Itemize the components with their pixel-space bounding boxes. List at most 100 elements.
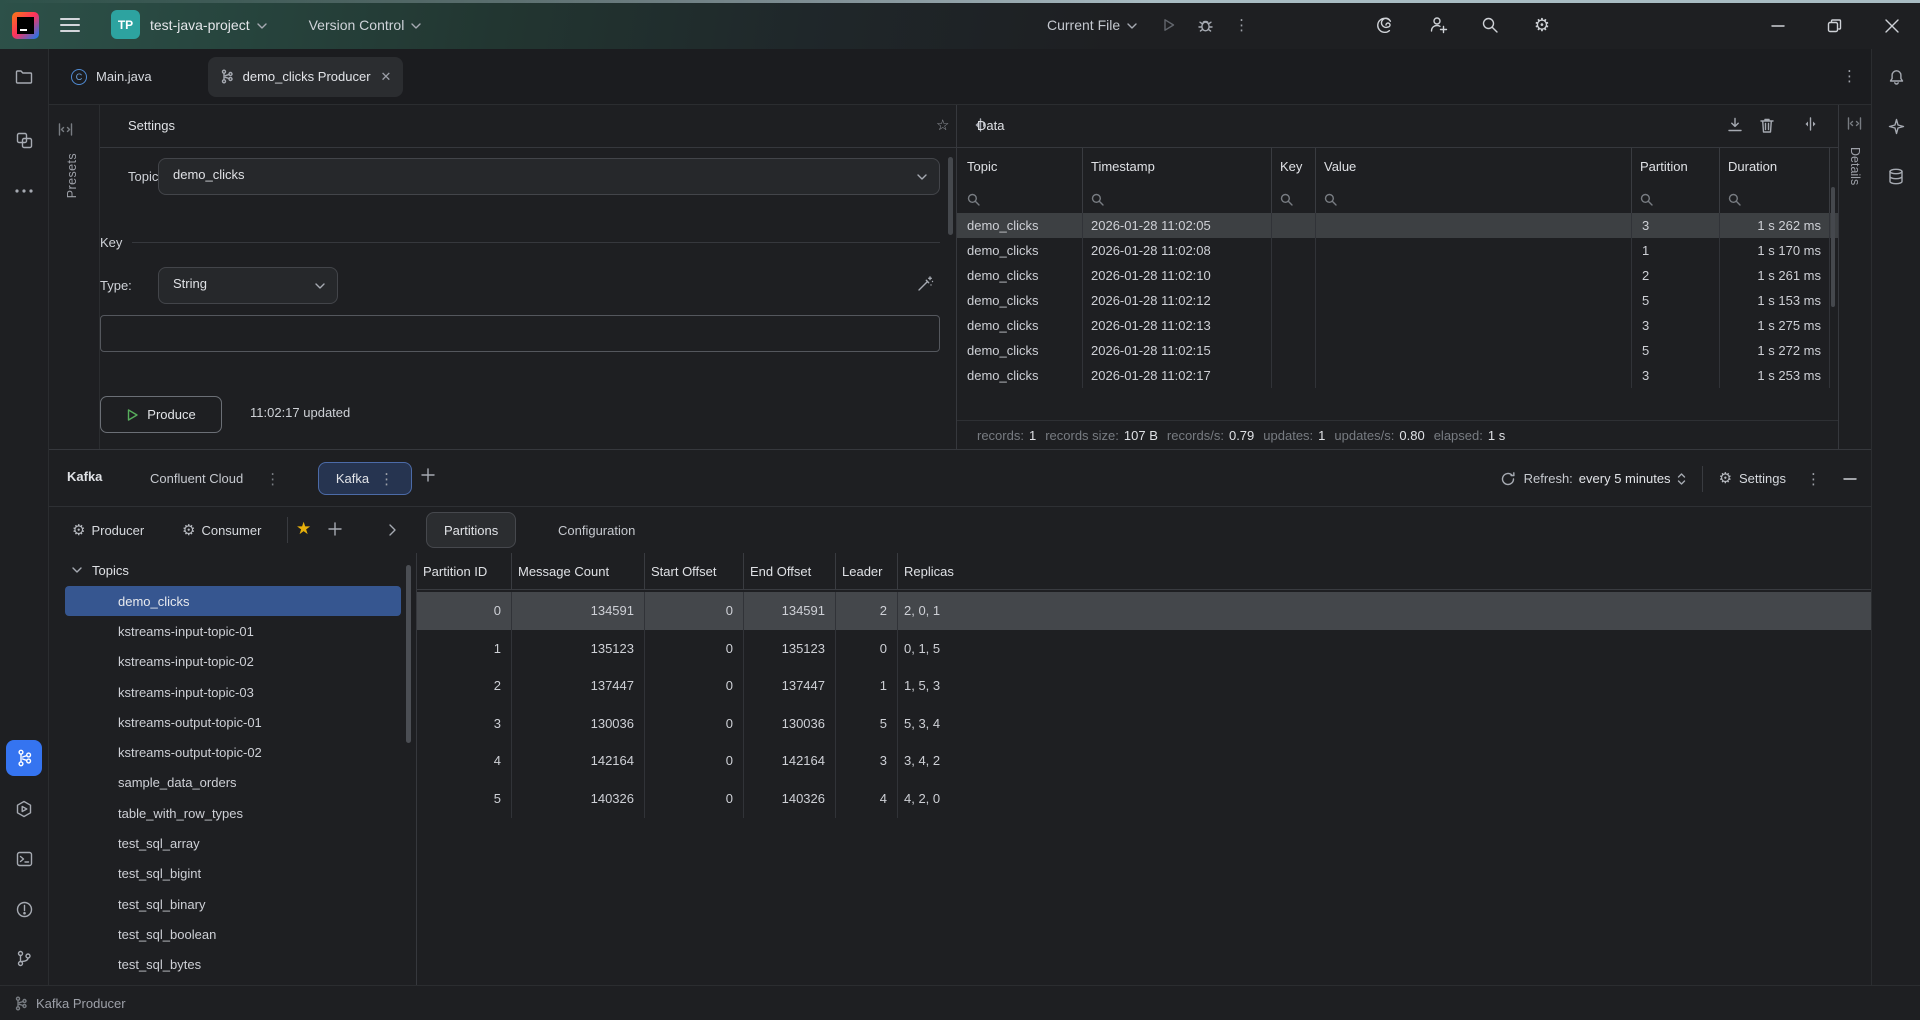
ai-assistant-button[interactable] — [1368, 7, 1404, 43]
notifications-button[interactable] — [1878, 59, 1914, 95]
search-everywhere-button[interactable] — [1472, 7, 1508, 43]
filter-partition[interactable] — [1632, 185, 1720, 213]
topic-item[interactable]: test_sql_boolean — [49, 919, 417, 949]
add-topic-icon[interactable] — [328, 522, 342, 536]
data-table-row[interactable]: demo_clicks2026-01-28 11:02:1731 s 253 m… — [957, 363, 1838, 388]
filter-timestamp[interactable] — [1083, 185, 1272, 213]
topic-item[interactable]: test_sql_bigint — [49, 859, 417, 889]
hide-tool-window-button[interactable] — [1843, 478, 1857, 480]
data-table-row[interactable]: demo_clicks2026-01-28 11:02:1331 s 275 m… — [957, 313, 1838, 338]
main-menu-button[interactable] — [60, 18, 80, 32]
col-header-key[interactable]: Key — [1272, 148, 1316, 185]
settings-button[interactable]: ⚙ — [1524, 7, 1560, 43]
topic-dropdown[interactable]: demo_clicks — [158, 158, 940, 195]
tab-configuration[interactable]: Configuration — [541, 512, 652, 548]
data-table-row[interactable]: demo_clicks2026-01-28 11:02:1551 s 272 m… — [957, 338, 1838, 363]
partition-row[interactable]: 4142164014216433, 4, 2 — [417, 742, 1871, 780]
col-header-replicas[interactable]: Replicas — [898, 553, 1871, 590]
partition-row[interactable]: 5140326014032644, 2, 0 — [417, 780, 1871, 818]
col-header-timestamp[interactable]: Timestamp — [1083, 148, 1272, 185]
new-producer-button[interactable]: ⚙ Producer — [72, 507, 144, 553]
generate-value-wand-icon[interactable] — [917, 275, 934, 292]
favorite-star-icon[interactable]: ☆ — [936, 116, 949, 134]
topic-item[interactable]: kstreams-input-topic-03 — [49, 677, 417, 707]
topic-item[interactable]: demo_clicks — [65, 586, 401, 616]
data-table-row[interactable]: demo_clicks2026-01-28 11:02:0811 s 170 m… — [957, 238, 1838, 263]
export-download-icon[interactable] — [1727, 117, 1743, 133]
col-header-start-offset[interactable]: Start Offset — [645, 553, 744, 590]
git-tool-button[interactable] — [6, 940, 42, 976]
run-configuration-selector[interactable]: Current File — [1047, 17, 1120, 33]
debug-button[interactable] — [1197, 17, 1214, 33]
topic-item[interactable]: test_sql_bytes — [49, 950, 417, 980]
topic-item[interactable]: kstreams-input-topic-01 — [49, 616, 417, 646]
data-scrollbar[interactable] — [1831, 187, 1835, 307]
favorites-filter-star-icon[interactable]: ★ — [296, 519, 311, 539]
data-table-row[interactable]: demo_clicks2026-01-28 11:02:1021 s 261 m… — [957, 263, 1838, 288]
tab-main-java[interactable]: C Main.java — [57, 57, 166, 97]
connection-tab-kafka[interactable]: Kafka ⋮ — [318, 462, 412, 495]
ai-chat-tool-button[interactable] — [1878, 108, 1914, 144]
run-button[interactable] — [1161, 17, 1177, 33]
project-tool-button[interactable] — [6, 59, 42, 95]
topics-tree-root[interactable]: Topics — [49, 556, 417, 584]
trash-icon[interactable] — [1759, 117, 1775, 134]
filter-duration[interactable] — [1720, 185, 1830, 213]
code-with-me-button[interactable] — [1420, 7, 1456, 43]
topic-item[interactable]: test_sql_binary — [49, 889, 417, 919]
col-header-leader[interactable]: Leader — [836, 553, 898, 590]
chevron-right-icon[interactable] — [389, 524, 396, 536]
more-tools-button[interactable] — [6, 173, 42, 209]
filter-topic[interactable] — [957, 185, 1083, 213]
new-consumer-button[interactable]: ⚙ Consumer — [182, 507, 261, 553]
connection-tab-confluent-cloud[interactable]: Confluent Cloud ⋮ — [150, 462, 280, 495]
close-tab-icon[interactable]: ✕ — [381, 69, 392, 85]
partition-row[interactable]: 0134591013459122, 0, 1 — [417, 592, 1871, 630]
topic-item[interactable]: kstreams-output-topic-01 — [49, 707, 417, 737]
topic-item[interactable]: sample_data_orders — [49, 768, 417, 798]
terminal-tool-button[interactable] — [6, 841, 42, 877]
database-tool-button[interactable] — [1878, 158, 1914, 194]
tab-partitions[interactable]: Partitions — [426, 512, 516, 548]
refresh-interval-selector[interactable]: every 5 minutes — [1579, 471, 1671, 486]
services-tool-button[interactable] — [6, 791, 42, 827]
partition-row[interactable]: 2137447013744711, 5, 3 — [417, 667, 1871, 705]
kafka-settings-button[interactable]: Settings — [1739, 471, 1786, 486]
topic-item[interactable]: table_with_row_types — [49, 798, 417, 828]
data-table-row[interactable]: demo_clicks2026-01-28 11:02:1251 s 153 m… — [957, 288, 1838, 313]
key-type-dropdown[interactable]: String — [158, 267, 338, 304]
partition-row[interactable]: 3130036013003655, 3, 4 — [417, 705, 1871, 743]
tab-demo-clicks-producer[interactable]: demo_clicks Producer ✕ — [208, 57, 404, 97]
topic-item[interactable]: test_sql_array — [49, 828, 417, 858]
restore-button[interactable] — [1806, 3, 1863, 49]
more-actions-button[interactable]: ⋮ — [1234, 16, 1249, 34]
col-header-end-offset[interactable]: End Offset — [744, 553, 836, 590]
add-connection-icon[interactable] — [421, 468, 435, 482]
col-header-message-count[interactable]: Message Count — [512, 553, 645, 590]
kafka-tool-button[interactable] — [6, 740, 42, 776]
col-header-topic[interactable]: Topic — [957, 148, 1083, 185]
produce-button[interactable]: Produce — [100, 396, 222, 433]
minimize-button[interactable] — [1749, 3, 1806, 49]
presets-strip[interactable]: Presets — [49, 105, 100, 449]
vcs-widget[interactable]: Version Control — [309, 17, 405, 33]
connection-options-button[interactable]: ⋮ — [379, 470, 394, 488]
filter-value[interactable] — [1316, 185, 1632, 213]
col-header-value[interactable]: Value — [1316, 148, 1632, 185]
problems-tool-button[interactable] — [6, 891, 42, 927]
project-avatar[interactable]: TP — [111, 10, 140, 39]
topics-scrollbar[interactable] — [406, 565, 411, 743]
close-window-button[interactable] — [1863, 3, 1920, 49]
data-table-row[interactable]: demo_clicks2026-01-28 11:02:0531 s 262 m… — [957, 213, 1838, 238]
tab-options-button[interactable]: ⋮ — [1842, 67, 1857, 85]
producer-scrollbar[interactable] — [948, 157, 953, 235]
col-header-partition-id[interactable]: Partition ID — [417, 553, 512, 590]
topic-item[interactable]: kstreams-input-topic-02 — [49, 647, 417, 677]
partition-row[interactable]: 1135123013512300, 1, 5 — [417, 630, 1871, 668]
col-header-duration[interactable]: Duration — [1720, 148, 1830, 185]
key-value-input[interactable] — [100, 315, 940, 352]
split-view-icon[interactable] — [1803, 117, 1818, 131]
tool-window-options-button[interactable]: ⋮ — [1806, 470, 1821, 488]
structure-tool-button[interactable] — [6, 122, 42, 158]
details-strip[interactable]: Details — [1838, 105, 1871, 449]
